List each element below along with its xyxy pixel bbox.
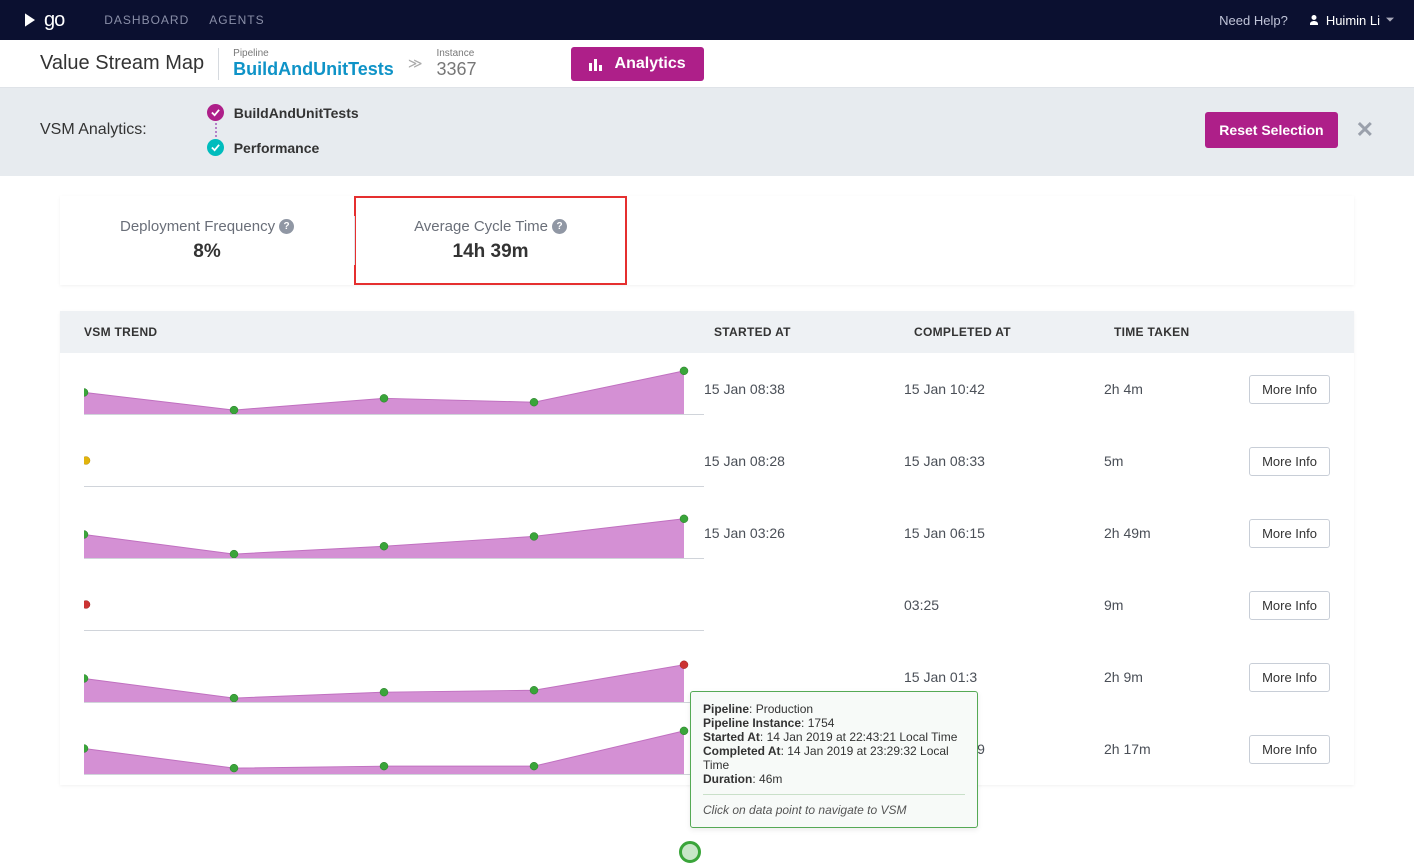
- chart-tooltip: Pipeline: Production Pipeline Instance: …: [690, 691, 978, 828]
- cell-time: 2h 49m: [1104, 525, 1234, 541]
- table-row: 15 Jan 08:38 15 Jan 10:42 2h 4m More Inf…: [60, 353, 1354, 425]
- flow-connector: [215, 123, 359, 137]
- tooltip-hint: Click on data point to navigate to VSM: [703, 794, 965, 817]
- metrics-card: Deployment Frequency ? 8% Average Cycle …: [60, 196, 1354, 285]
- user-icon: [1308, 14, 1320, 26]
- tooltip-key: Pipeline Instance: [703, 716, 801, 730]
- flow-selection: BuildAndUnitTests Performance: [207, 104, 359, 156]
- analytics-label: Analytics: [615, 55, 686, 73]
- metric-title: Deployment Frequency: [120, 218, 275, 235]
- cell-time: 2h 9m: [1104, 669, 1234, 685]
- cell-completed: 15 Jan 10:42: [904, 381, 1104, 397]
- cell-started: 15 Jan 08:38: [704, 381, 904, 397]
- cell-time: 9m: [1104, 597, 1234, 613]
- tooltip-val: 46m: [759, 772, 782, 786]
- content: Deployment Frequency ? 8% Average Cycle …: [0, 176, 1414, 785]
- cell-completed: 15 Jan 08:33: [904, 453, 1104, 469]
- page-title: Value Stream Map: [40, 52, 204, 75]
- flow-label: Performance: [234, 140, 320, 156]
- col-header-trend: VSM TREND: [84, 325, 714, 339]
- tooltip-val: 1754: [808, 716, 835, 730]
- tooltip-val: 14 Jan 2019 at 22:43:21 Local Time: [767, 730, 958, 744]
- more-info-button[interactable]: More Info: [1249, 519, 1330, 548]
- more-info-button[interactable]: More Info: [1249, 663, 1330, 692]
- col-header-completed: COMPLETED AT: [914, 325, 1114, 339]
- tooltip-key: Pipeline: [703, 702, 749, 716]
- cell-time: 2h 4m: [1104, 381, 1234, 397]
- flow-item-1[interactable]: Performance: [207, 139, 359, 156]
- help-link[interactable]: Need Help?: [1219, 13, 1288, 28]
- metric-average-cycle-time: Average Cycle Time ? 14h 39m: [354, 196, 627, 285]
- more-info-button[interactable]: More Info: [1249, 375, 1330, 404]
- top-nav: go DASHBOARD AGENTS Need Help? Huimin Li: [0, 0, 1414, 40]
- sparkline-chart[interactable]: [84, 363, 704, 415]
- analytics-bar: VSM Analytics: BuildAndUnitTests Perform…: [0, 88, 1414, 176]
- sparkline-chart[interactable]: [84, 507, 704, 559]
- nav-dashboard[interactable]: DASHBOARD: [104, 13, 189, 27]
- chevron-right-icon: ≫: [408, 55, 423, 72]
- logo-text: go: [44, 9, 64, 32]
- pipeline-label: Pipeline: [233, 48, 394, 59]
- more-info-button[interactable]: More Info: [1249, 447, 1330, 476]
- cell-completed: 03:25: [904, 597, 1104, 613]
- sub-header: Value Stream Map Pipeline BuildAndUnitTe…: [0, 40, 1414, 88]
- tooltip-key: Duration: [703, 772, 752, 786]
- col-header-started: STARTED AT: [714, 325, 914, 339]
- analytics-bar-label: VSM Analytics:: [40, 121, 147, 139]
- user-name: Huimin Li: [1326, 13, 1380, 28]
- cell-time: 5m: [1104, 453, 1234, 469]
- table-row: 03:25 9m More Info: [60, 569, 1354, 641]
- cell-started: 15 Jan 08:28: [704, 453, 904, 469]
- help-icon[interactable]: ?: [279, 219, 294, 234]
- cell-completed: 15 Jan 06:15: [904, 525, 1104, 541]
- breadcrumb-pipeline: Pipeline BuildAndUnitTests: [233, 48, 394, 80]
- metric-deployment-frequency: Deployment Frequency ? 8%: [60, 196, 354, 285]
- cell-completed: 15 Jan 01:3: [904, 669, 1104, 685]
- chevron-down-icon: [1386, 16, 1394, 24]
- instance-value: 3367: [436, 59, 476, 80]
- sparkline-chart[interactable]: [84, 651, 704, 703]
- instance-label: Instance: [436, 48, 476, 59]
- flow-label: BuildAndUnitTests: [234, 105, 359, 121]
- user-menu[interactable]: Huimin Li: [1308, 13, 1394, 28]
- more-info-button[interactable]: More Info: [1249, 735, 1330, 764]
- col-header-time: TIME TAKEN: [1114, 325, 1244, 339]
- tooltip-val: Production: [756, 702, 813, 716]
- metric-title: Average Cycle Time: [414, 218, 548, 235]
- sparkline-chart[interactable]: [84, 435, 704, 487]
- close-icon[interactable]: ✕: [1356, 117, 1374, 143]
- metric-value: 14h 39m: [414, 241, 567, 263]
- reset-selection-button[interactable]: Reset Selection: [1205, 112, 1337, 148]
- tooltip-key: Started At: [703, 730, 760, 744]
- flow-item-0[interactable]: BuildAndUnitTests: [207, 104, 359, 121]
- cell-started: 15 Jan 03:26: [704, 525, 904, 541]
- table-row: 15 Jan 03:26 15 Jan 06:15 2h 49m More In…: [60, 497, 1354, 569]
- more-info-button[interactable]: More Info: [1249, 591, 1330, 620]
- sparkline-chart[interactable]: [84, 723, 704, 775]
- table-row: 15 Jan 08:28 15 Jan 08:33 5m More Info: [60, 425, 1354, 497]
- tooltip-key: Completed At: [703, 744, 781, 758]
- flow-dot-icon: [207, 104, 224, 121]
- analytics-button[interactable]: Analytics: [571, 47, 704, 81]
- flow-dot-icon: [207, 139, 224, 156]
- pipeline-link[interactable]: BuildAndUnitTests: [233, 59, 394, 80]
- bar-chart-icon: [589, 57, 605, 71]
- go-icon: [20, 10, 40, 30]
- cell-time: 2h 17m: [1104, 741, 1234, 757]
- help-icon[interactable]: ?: [552, 219, 567, 234]
- logo[interactable]: go: [20, 9, 64, 32]
- metric-value: 8%: [120, 241, 294, 263]
- table-header: VSM TREND STARTED AT COMPLETED AT TIME T…: [60, 311, 1354, 353]
- tooltip-pointer-icon: [679, 841, 701, 863]
- sparkline-chart[interactable]: [84, 579, 704, 631]
- breadcrumb-instance: Instance 3367: [436, 48, 476, 80]
- nav-agents[interactable]: AGENTS: [209, 13, 264, 27]
